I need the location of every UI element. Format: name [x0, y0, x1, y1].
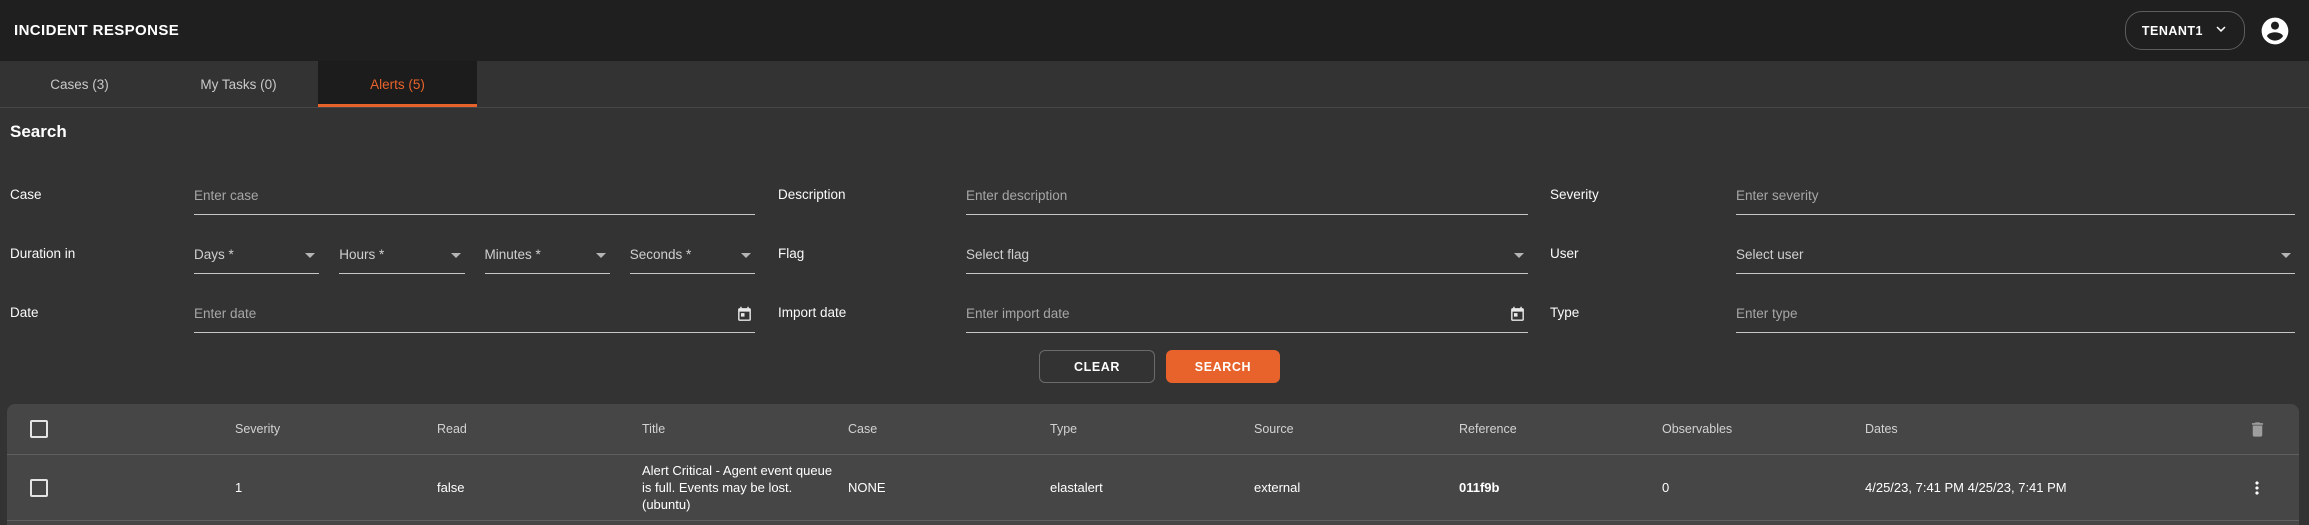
duration-seconds-select[interactable]: Seconds * [630, 234, 755, 274]
description-label: Description [778, 187, 966, 215]
tenant-label: TENANT1 [2142, 24, 2203, 38]
table-row[interactable]: Alert Minor - Listened ports status (net… [7, 520, 2299, 525]
flag-value: Select flag [966, 247, 1029, 273]
case-label: Case [10, 187, 194, 215]
search-actions: CLEAR SEARCH [10, 350, 2309, 383]
description-input[interactable] [966, 188, 1528, 214]
clear-button[interactable]: CLEAR [1039, 350, 1155, 383]
delete-icon[interactable] [2246, 418, 2269, 441]
app-header: INCIDENT RESPONSE TENANT1 [0, 0, 2309, 61]
cell-dates: 4/25/23, 7:41 PM 4/25/23, 7:41 PM [1865, 478, 2077, 498]
type-field [1736, 293, 2295, 333]
date-label: Date [10, 305, 194, 333]
severity-input[interactable] [1736, 188, 2295, 214]
user-label: User [1550, 246, 1736, 274]
date-field [194, 293, 755, 333]
severity-field [1736, 175, 2295, 215]
dropdown-arrow-icon [2281, 253, 2291, 258]
column-header-severity: Severity [235, 422, 437, 436]
column-header-type: Type [1050, 422, 1254, 436]
search-form-row-2: Duration in Days * Hours * Minutes * Sec… [10, 215, 2309, 274]
tenant-selector-button[interactable]: TENANT1 [2125, 11, 2245, 50]
alerts-table: Severity Read Title Case Type Source Ref… [7, 404, 2299, 525]
header-actions: TENANT1 [2125, 11, 2291, 50]
select-all-checkbox[interactable] [30, 420, 48, 438]
column-header-read: Read [437, 422, 642, 436]
cell-observables: 0 [1662, 480, 1865, 495]
table-row[interactable]: 1 false Alert Critical - Agent event que… [7, 454, 2299, 520]
import-date-input[interactable] [966, 306, 1528, 332]
chevron-down-icon [2212, 20, 2230, 41]
column-header-observables: Observables [1662, 422, 1865, 436]
case-field [194, 175, 755, 215]
column-header-source: Source [1254, 422, 1459, 436]
flag-select[interactable]: Select flag [966, 234, 1528, 274]
dropdown-arrow-icon [596, 253, 606, 258]
column-header-dates: Dates [1865, 422, 2197, 436]
search-form-row-1: Case Description Severity [10, 156, 2309, 215]
row-checkbox[interactable] [30, 479, 48, 497]
user-select[interactable]: Select user [1736, 234, 2295, 274]
date-input[interactable] [194, 306, 755, 332]
user-value: Select user [1736, 247, 1804, 273]
cell-source: external [1254, 480, 1459, 495]
duration-seconds-value: Seconds * [630, 247, 692, 273]
dropdown-arrow-icon [741, 253, 751, 258]
duration-days-value: Days * [194, 247, 234, 273]
duration-days-select[interactable]: Days * [194, 234, 319, 274]
duration-hours-select[interactable]: Hours * [339, 234, 464, 274]
cell-title: Alert Critical - Agent event queue is fu… [642, 462, 848, 514]
cell-read: false [437, 480, 642, 495]
search-form-row-3: Date Import date Type [10, 274, 2309, 333]
dropdown-arrow-icon [305, 253, 315, 258]
severity-label: Severity [1550, 187, 1736, 215]
flag-label: Flag [778, 246, 966, 274]
column-header-reference: Reference [1459, 422, 1662, 436]
column-header-title: Title [642, 422, 848, 436]
type-input[interactable] [1736, 306, 2295, 332]
table-header-row: Severity Read Title Case Type Source Ref… [7, 404, 2299, 454]
more-vert-icon[interactable] [2245, 476, 2269, 500]
tab-bar: Cases (3) My Tasks (0) Alerts (5) [0, 61, 2309, 108]
import-date-field [966, 293, 1528, 333]
cell-type: elastalert [1050, 480, 1254, 495]
duration-minutes-value: Minutes * [485, 247, 541, 273]
search-button[interactable]: SEARCH [1166, 350, 1280, 383]
dropdown-arrow-icon [451, 253, 461, 258]
dropdown-arrow-icon [1514, 253, 1524, 258]
cell-case: NONE [848, 480, 1050, 495]
calendar-icon[interactable] [1509, 306, 1526, 323]
column-header-case: Case [848, 422, 1050, 436]
calendar-icon[interactable] [736, 306, 753, 323]
user-avatar-icon[interactable] [2259, 15, 2291, 47]
import-date-label: Import date [778, 305, 966, 333]
tab-alerts[interactable]: Alerts (5) [318, 61, 477, 107]
case-input[interactable] [194, 188, 755, 214]
type-label: Type [1550, 305, 1736, 333]
search-panel: Search Case Description Severity Duratio… [0, 108, 2309, 383]
duration-label: Duration in [10, 246, 194, 274]
duration-hours-value: Hours * [339, 247, 384, 273]
tab-my-tasks[interactable]: My Tasks (0) [159, 61, 318, 107]
search-heading: Search [10, 122, 2309, 156]
duration-selects: Days * Hours * Minutes * Seconds * [194, 234, 755, 274]
tab-cases[interactable]: Cases (3) [0, 61, 159, 107]
duration-minutes-select[interactable]: Minutes * [485, 234, 610, 274]
page-title: INCIDENT RESPONSE [14, 22, 179, 39]
cell-severity: 1 [235, 480, 437, 495]
description-field [966, 175, 1528, 215]
cell-reference: 011f9b [1459, 480, 1662, 495]
